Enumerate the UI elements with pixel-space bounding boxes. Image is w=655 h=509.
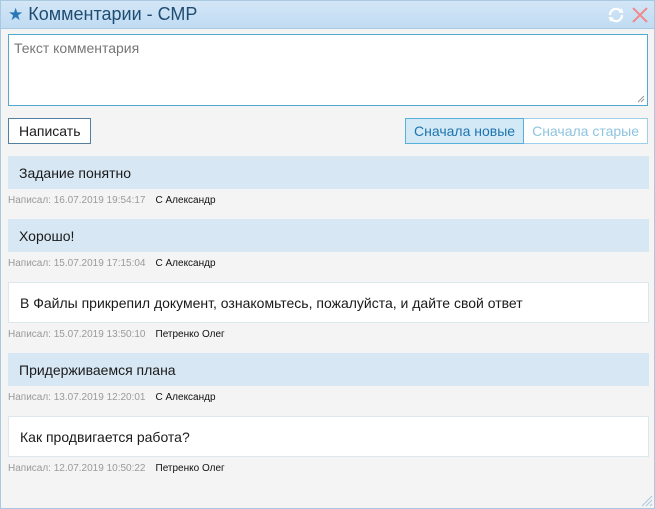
comment-input[interactable]	[9, 35, 647, 105]
comment-text: Задание понятно	[8, 156, 649, 189]
comment-author[interactable]: Петренко Олег	[156, 463, 225, 474]
comment-list: Задание понятно Написал: 16.07.2019 19:5…	[8, 156, 649, 479]
window-title: Комментарии - СМР	[28, 4, 198, 24]
comment-author[interactable]: С Александр	[156, 392, 216, 403]
title-bar: ★ Комментарии - СМР	[1, 1, 654, 29]
comment-item: Задание понятно Написал: 16.07.2019 19:5…	[8, 156, 649, 219]
window-resize-icon[interactable]	[639, 493, 653, 507]
window-actions	[605, 4, 651, 26]
post-comment-button[interactable]: Написать	[8, 118, 92, 144]
comment-meta: Написал: 13.07.2019 12:20:01 С Александр	[8, 386, 649, 408]
textarea-resize-icon[interactable]	[636, 94, 645, 103]
comment-author[interactable]: С Александр	[156, 195, 216, 206]
comment-date: Написал: 15.07.2019 13:50:10	[8, 328, 146, 340]
close-icon[interactable]	[629, 4, 651, 26]
comment-date: Написал: 13.07.2019 12:20:01	[8, 391, 146, 403]
sort-newest-first-button[interactable]: Сначала новые	[405, 118, 525, 144]
star-icon[interactable]: ★	[8, 6, 23, 23]
comment-item: В Файлы прикрепил документ, ознакомьтесь…	[8, 282, 649, 353]
comment-item: Придерживаемся плана Написал: 13.07.2019…	[8, 353, 649, 416]
comment-meta: Написал: 16.07.2019 19:54:17 С Александр	[8, 189, 649, 211]
comment-text: Как продвигается работа?	[8, 416, 649, 457]
comment-item: Хорошо! Написал: 15.07.2019 17:15:04 С А…	[8, 219, 649, 282]
comments-window: ★ Комментарии - СМР Текст комментария На…	[0, 0, 655, 509]
comment-author[interactable]: С Александр	[156, 258, 216, 269]
comment-author[interactable]: Петренко Олег	[156, 329, 225, 340]
comment-meta: Написал: 12.07.2019 10:50:22 Петренко Ол…	[8, 457, 649, 479]
sort-toggle-group: Сначала новые Сначала старые	[405, 118, 648, 144]
comment-meta: Написал: 15.07.2019 17:15:04 С Александр	[8, 252, 649, 274]
comment-input-box	[8, 34, 648, 106]
comment-date: Написал: 16.07.2019 19:54:17	[8, 194, 146, 206]
sort-oldest-first-button[interactable]: Сначала старые	[524, 118, 648, 144]
comment-text: В Файлы прикрепил документ, ознакомьтесь…	[8, 282, 649, 323]
comment-text: Придерживаемся плана	[8, 353, 649, 386]
comment-date: Написал: 12.07.2019 10:50:22	[8, 462, 146, 474]
comment-date: Написал: 15.07.2019 17:15:04	[8, 257, 146, 269]
comment-meta: Написал: 15.07.2019 13:50:10 Петренко Ол…	[8, 323, 649, 345]
comment-text: Хорошо!	[8, 219, 649, 252]
comment-item: Как продвигается работа? Написал: 12.07.…	[8, 416, 649, 479]
refresh-icon[interactable]	[605, 4, 627, 26]
